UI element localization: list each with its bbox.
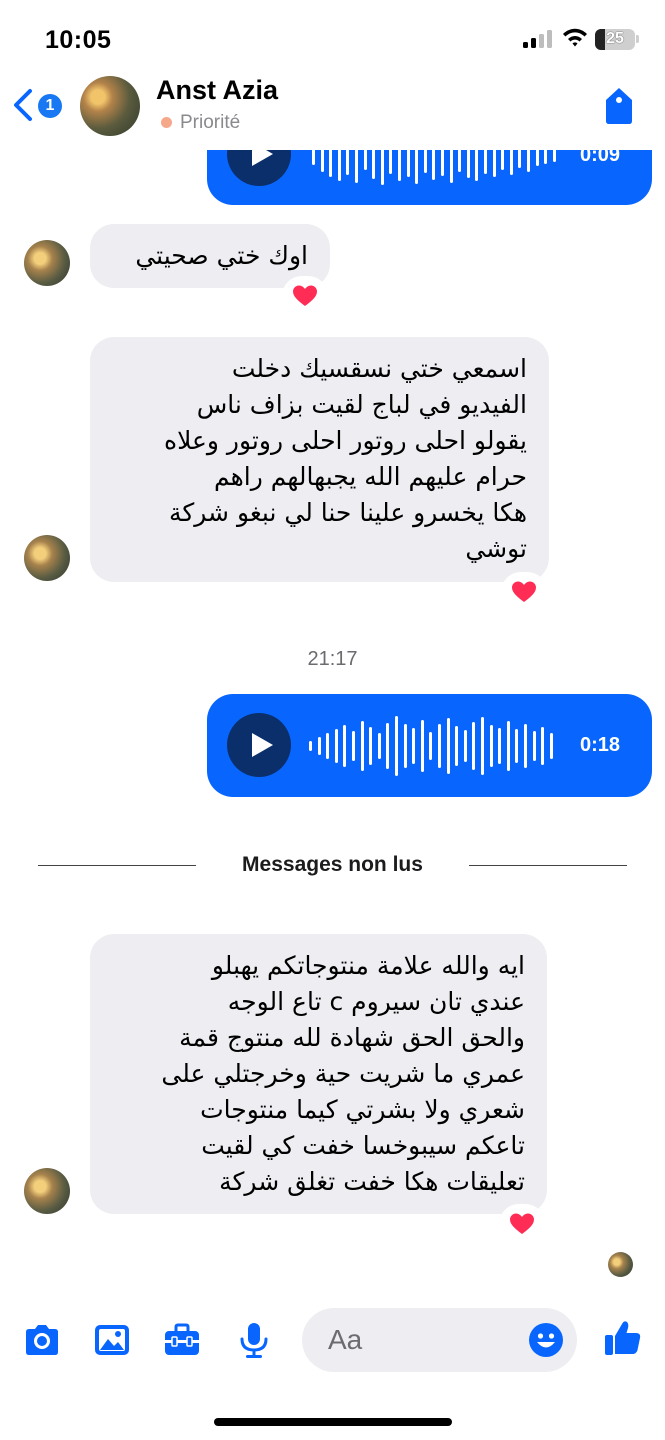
heart-icon	[293, 285, 317, 306]
waveform-bar	[515, 729, 519, 763]
play-button[interactable]	[227, 713, 291, 777]
unread-count-badge: 1	[38, 94, 62, 118]
priority-dot	[161, 117, 172, 128]
image-icon[interactable]	[92, 1320, 132, 1360]
message-line: والحق الحق شهادة لله منتوج قمة	[179, 1023, 525, 1052]
heart-icon	[512, 581, 536, 602]
voice-duration: 0:18	[580, 734, 621, 756]
message-line: تعليقات هكا خفت تغلق شركة	[219, 1167, 525, 1196]
waveform-bar	[463, 730, 467, 762]
message-line: تاعكم سيبوخسا خفت كي لقيت	[201, 1131, 525, 1160]
reaction-badge[interactable]	[502, 1207, 542, 1241]
waveform-bar	[412, 728, 416, 764]
voice-message-sent[interactable]: 0:18	[207, 694, 652, 797]
waveform-bar	[481, 717, 484, 775]
waveform-bar	[403, 724, 407, 768]
contact-name[interactable]: Anst Azia	[156, 75, 278, 106]
waveform-bar	[438, 724, 441, 768]
incoming-message[interactable]: اسمعي ختي نسقسيك دخلت الفيديو في لباج لق…	[90, 337, 549, 582]
heart-icon	[510, 1213, 534, 1234]
waveform-bar	[498, 728, 502, 764]
camera-icon[interactable]	[22, 1320, 62, 1360]
wifi-icon	[563, 28, 587, 47]
waveform-bar	[541, 727, 545, 765]
microphone-icon[interactable]	[234, 1320, 274, 1360]
waveform-bar	[309, 741, 312, 751]
waveform-bar	[377, 733, 381, 759]
message-list[interactable]: 0:09 اوك ختي صحيتي اسمعي ختي نسقسيك دخلت…	[0, 0, 665, 1300]
waveform-bar	[334, 729, 338, 763]
avatar[interactable]	[24, 240, 70, 286]
waveform	[309, 711, 559, 781]
toolbox-icon[interactable]	[162, 1320, 202, 1360]
waveform-bar	[489, 725, 493, 767]
message-line: هكا يخسرو علينا حنا لي نبغو شركة	[168, 498, 527, 527]
message-input[interactable]: Aa	[302, 1308, 577, 1372]
chat-header: 1 Anst Azia Priorité	[0, 64, 665, 150]
incoming-message[interactable]: ايه والله علامة منتوجاتكم يهبلو عندي تان…	[90, 934, 547, 1214]
incoming-message[interactable]: اوك ختي صحيتي	[90, 224, 330, 288]
back-button[interactable]: 1	[12, 84, 72, 124]
timestamp: 21:17	[307, 648, 358, 670]
waveform-bar	[326, 733, 330, 759]
waveform-bar	[429, 732, 433, 760]
message-line: حرام عليهم الله يجبهالهم راهم	[213, 462, 527, 491]
signal-icon	[523, 30, 553, 48]
divider-line-right	[469, 865, 627, 866]
waveform-bar	[506, 721, 510, 771]
status-time: 10:05	[45, 26, 112, 54]
waveform-bar	[420, 720, 424, 772]
waveform-bar	[446, 718, 450, 774]
contact-avatar[interactable]	[80, 76, 140, 136]
thumbs-up-icon[interactable]	[603, 1318, 643, 1358]
message-line: توشي	[465, 534, 527, 563]
waveform-bar	[472, 722, 476, 770]
status-bar: 10:05 25	[0, 0, 665, 70]
waveform-bar	[343, 725, 347, 767]
reaction-badge[interactable]	[285, 279, 325, 313]
waveform-bar	[360, 721, 364, 771]
waveform-bar	[532, 731, 536, 761]
waveform-bar	[317, 737, 321, 755]
message-text: اوك ختي صحيتي	[135, 241, 308, 270]
waveform-bar	[386, 723, 390, 769]
waveform-bar	[524, 724, 527, 768]
waveform-bar	[552, 148, 556, 162]
priority-label: Priorité	[180, 112, 241, 133]
waveform-bar	[455, 726, 459, 766]
battery-level: 25	[606, 30, 624, 47]
waveform-bar	[352, 731, 355, 761]
battery-icon: 25	[595, 29, 635, 50]
waveform-bar	[395, 716, 398, 776]
message-line: عندي تان سيروم c تاع الوجه	[227, 987, 525, 1016]
avatar[interactable]	[24, 1168, 70, 1214]
reaction-badge[interactable]	[504, 575, 544, 609]
message-line: اسمعي ختي نسقسيك دخلت	[231, 354, 527, 383]
seen-indicator-avatar	[608, 1252, 633, 1277]
message-line: ايه والله علامة منتوجاتكم يهبلو	[211, 951, 525, 980]
waveform-bar	[369, 727, 373, 765]
composer-bar: Aa	[0, 1300, 665, 1380]
message-line: يقولو احلى روتور احلى روتور وعلاه	[163, 426, 527, 455]
home-indicator	[214, 1418, 452, 1426]
waveform-bar	[549, 733, 553, 759]
message-line: عمري ما شريت حية وخرجتلي على	[161, 1059, 525, 1088]
back-chevron-icon	[14, 89, 32, 121]
battery-tip	[636, 35, 639, 43]
emoji-icon[interactable]	[528, 1322, 564, 1358]
message-input-placeholder: Aa	[328, 1324, 363, 1355]
play-icon	[252, 733, 273, 757]
message-line: الفيديو في لباج لقيت بزاف ناس	[196, 390, 527, 419]
message-line: شعري ولا بشرتي كيما منتوجات	[200, 1095, 525, 1124]
avatar[interactable]	[24, 535, 70, 581]
tag-icon[interactable]	[603, 86, 635, 126]
